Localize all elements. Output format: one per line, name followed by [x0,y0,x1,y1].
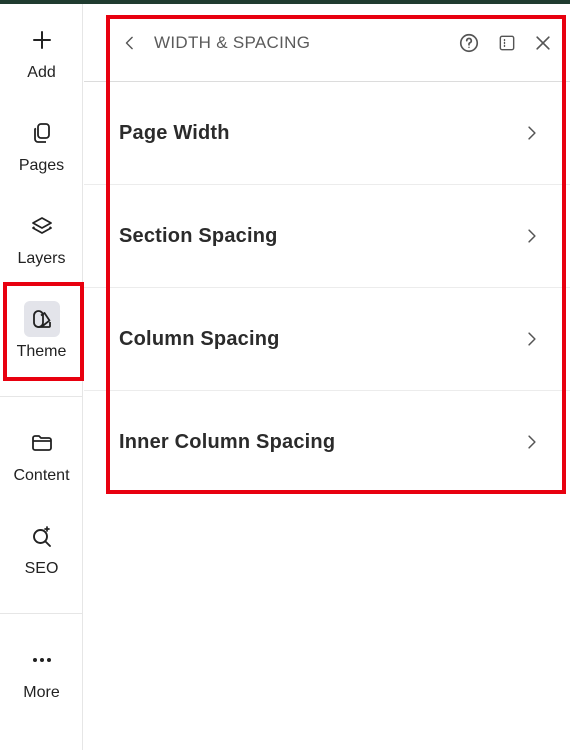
rail-item-seo[interactable]: SEO [0,518,83,608]
close-panel-button[interactable] [531,31,555,55]
more-dots-icon [24,642,60,678]
panel-title: WIDTH & SPACING [154,33,311,52]
rail-item-label: Pages [18,157,65,174]
plus-icon [24,22,60,58]
rail-divider [0,613,83,614]
chevron-right-icon [524,431,540,453]
rail-item-theme[interactable]: Theme [0,301,83,391]
pages-icon [24,115,60,151]
help-button[interactable] [457,31,481,55]
width-spacing-panel: WIDTH & SPACING Page Width Section Spaci… [84,4,570,750]
left-rail: Add Pages Layers Theme Content SEO More [0,4,83,750]
seo-search-icon [24,518,60,554]
chevron-right-icon [524,328,540,350]
layers-icon [24,208,60,244]
rail-item-content[interactable]: Content [0,425,83,515]
chevron-left-icon [125,36,133,50]
rail-divider [0,396,83,397]
rail-item-pages[interactable]: Pages [0,115,83,205]
back-button[interactable] [120,32,140,54]
dock-icon [499,35,515,51]
row-section-spacing[interactable]: Section Spacing [84,185,570,288]
row-label: Column Spacing [119,328,280,350]
theme-icon [23,301,60,337]
chevron-right-icon [524,122,540,144]
row-column-spacing[interactable]: Column Spacing [84,288,570,391]
panel-header: WIDTH & SPACING [84,4,570,82]
rail-item-add[interactable]: Add [0,22,83,112]
close-icon [536,36,550,50]
rail-item-layers[interactable]: Layers [0,208,83,298]
chevron-right-icon [524,225,540,247]
folder-icon [24,425,60,461]
rail-item-label: Theme [16,343,67,360]
dock-panel-button[interactable] [495,31,519,55]
row-label: Inner Column Spacing [119,431,336,453]
row-label: Section Spacing [119,225,278,247]
rail-item-label: More [23,684,60,701]
rail-item-label: Content [13,467,70,484]
row-label: Page Width [119,122,230,144]
rail-item-more[interactable]: More [0,642,83,732]
help-icon [459,33,479,53]
rail-item-label: SEO [24,560,59,577]
rail-item-label: Layers [17,250,66,267]
row-inner-column-spacing[interactable]: Inner Column Spacing [84,391,570,494]
row-page-width[interactable]: Page Width [84,82,570,185]
rail-item-label: Add [27,64,56,81]
